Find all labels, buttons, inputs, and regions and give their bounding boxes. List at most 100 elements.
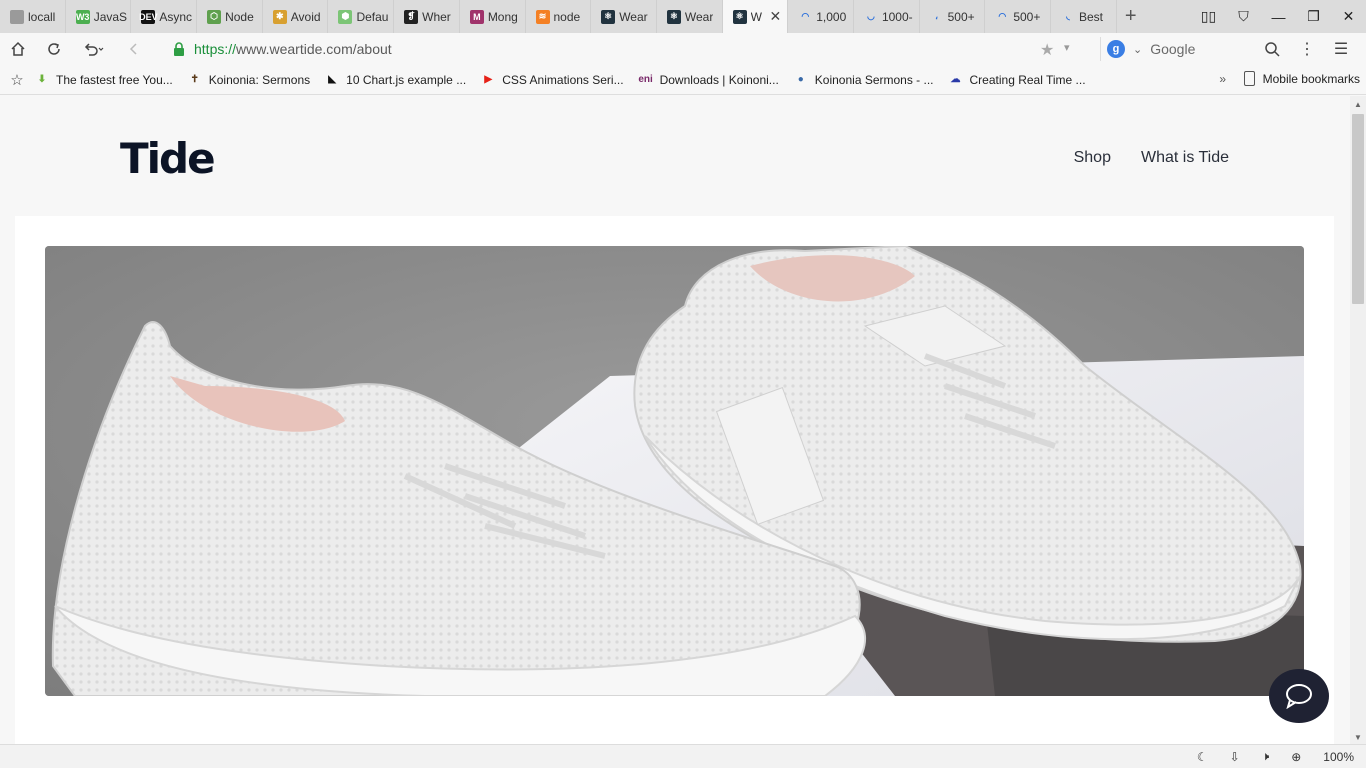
sun-icon: ✱ [272,9,287,24]
browser-tab[interactable]: ⚛ Wear [591,0,657,33]
reload-button[interactable] [36,33,72,65]
quote-icon: ❡ [404,9,419,24]
bookmark-label: 10 Chart.js example ... [346,72,467,87]
eni-icon: eni [638,74,653,85]
search-engine-label: Google [1150,41,1196,57]
browser-tab[interactable]: M Mong [460,0,526,33]
browser-tab[interactable]: ◠ 1,000 [788,0,854,33]
bookmark-manager-icon[interactable]: ☆ [0,71,34,89]
bookmark-item[interactable]: ☁ Creating Real Time ... [948,72,1086,88]
scroll-up-icon[interactable]: ▲ [1354,100,1362,109]
shield-icon: ⬢ [338,9,353,24]
browser-tab[interactable]: ≋ node [526,0,592,33]
browser-tab[interactable]: W3 JavaS [66,0,132,33]
browser-tab[interactable]: ◠ 500+ [985,0,1051,33]
close-window-button[interactable]: ✕ [1331,0,1366,33]
tab-title: Best [1079,9,1104,24]
bookmark-item[interactable]: ● Koinonia Sermons - ... [793,72,934,88]
window-controls: ▯▯ ⛉ — ❐ ✕ [1191,0,1366,33]
site-nav: Shop What is Tide [1074,149,1229,167]
tab-title: 1000- [881,9,913,24]
restore-button[interactable]: ❐ [1296,0,1331,33]
browser-tab[interactable]: ❡ Wher [394,0,460,33]
chevron-down-icon[interactable]: ⌄ [1133,43,1142,56]
new-tab-button[interactable]: + [1117,0,1145,33]
browser-tab[interactable]: ⬢ Defau [328,0,395,33]
loading-icon: ◡ [867,11,875,21]
search-icon[interactable] [1264,41,1280,57]
bookmark-label: Creating Real Time ... [969,72,1086,87]
tab-title: Wear [684,9,714,24]
tab-title: Avoid [290,9,321,24]
chat-bubble-icon [1286,684,1312,709]
dev-icon: DEV [139,9,158,24]
nav-what-is-tide-link[interactable]: What is Tide [1141,149,1229,167]
back-button[interactable] [116,33,152,65]
browser-tab[interactable]: ◟ Best [1051,0,1117,33]
more-vertical-icon[interactable]: ⋮ [1290,39,1324,59]
tab-title: Wher [422,9,451,24]
zoom-icon[interactable]: ⊕ [1291,750,1301,764]
google-icon: g [1107,40,1125,58]
home-button[interactable] [0,33,36,65]
tab-title: W [750,9,762,24]
zoom-level[interactable]: 100% [1323,750,1354,764]
bookmark-item[interactable]: ▶ CSS Animations Seri... [480,72,623,88]
file-icon [10,9,24,24]
bookmark-label: CSS Animations Seri... [502,72,624,87]
chevron-down-icon[interactable]: ▾ [1064,41,1070,54]
browser-tab[interactable]: ⚛ Wear [657,0,723,33]
browser-tab[interactable]: ◡ 1000- [854,0,920,33]
bookmark-item[interactable]: ⬇ The fastest free You... [34,72,173,88]
tab-title: Node [225,9,254,24]
globe-icon: ● [797,74,804,85]
loading-icon: ◟ [1066,11,1070,21]
loading-icon: ◠ [998,11,1007,21]
scroll-down-icon[interactable]: ▼ [1354,733,1362,742]
bookmark-item[interactable]: eni Downloads | Koinoni... [638,72,778,88]
download-icon[interactable]: ⇩ [1230,750,1240,764]
browser-tab[interactable]: locall [0,0,66,33]
loading-icon: ◠ [801,11,810,21]
bookmark-item[interactable]: ✝ Koinonia: Sermons [187,72,311,88]
loading-icon: ، [935,11,939,21]
scrollbar-thumb[interactable] [1352,114,1364,304]
browser-tab[interactable]: ⚛ W ✕ [722,0,789,33]
bookmark-star-icon[interactable]: ★ [1040,40,1054,60]
search-box[interactable]: g ⌄ Google [1100,37,1286,61]
bookmark-item[interactable]: ◣ 10 Chart.js example ... [324,72,466,88]
react-icon: ⚛ [601,9,616,24]
extension-icon[interactable]: ⛉ [1226,0,1261,33]
browser-tab[interactable]: ، 500+ [920,0,986,33]
phone-icon [1243,71,1255,86]
tab-title: Async [159,9,193,24]
night-mode-icon[interactable]: ☾ [1197,750,1208,764]
site-logo[interactable]: Tide [120,134,216,183]
minimize-button[interactable]: — [1261,0,1296,33]
browser-tab[interactable]: ⬡ Node [197,0,263,33]
tutorial-icon: ◣ [328,74,336,85]
browser-tab[interactable]: ✱ Avoid [263,0,329,33]
react-icon: ⚛ [732,9,747,24]
address-bar[interactable]: https://www.weartide.com/about ★ ▾ [160,37,1090,61]
vertical-scrollbar[interactable]: ▲ ▼ [1350,96,1366,744]
tab-title: Wear [619,9,648,24]
tab-title: Defau [356,9,389,24]
mobile-bookmarks[interactable]: Mobile bookmarks [1243,71,1360,86]
toolbar-menu: ⋮ ☰ [1290,33,1358,65]
tab-title: Mong [487,9,518,24]
volume-icon[interactable]: 🕨 [1262,749,1270,764]
nav-shop-link[interactable]: Shop [1074,149,1111,167]
chat-widget-button[interactable] [1269,669,1329,723]
reload-icon [48,43,60,55]
browser-tab[interactable]: DEV Async [131,0,198,33]
node-icon: ⬡ [207,9,222,24]
mobile-bookmarks-label: Mobile bookmarks [1262,71,1360,86]
page-viewport: Tide Shop What is Tide [0,96,1350,744]
hamburger-menu-icon[interactable]: ☰ [1324,39,1358,59]
close-tab-icon[interactable]: ✕ [770,8,782,25]
undo-button[interactable] [72,33,116,65]
more-bookmarks-icon[interactable]: » [1219,72,1226,86]
hero-image [45,246,1304,696]
tab-overview-icon[interactable]: ▯▯ [1191,0,1226,33]
